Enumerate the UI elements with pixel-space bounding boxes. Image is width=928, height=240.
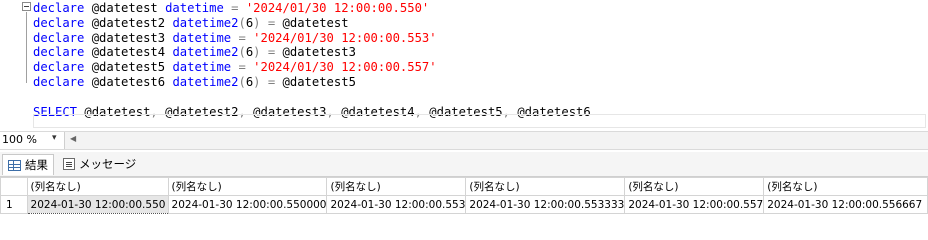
current-line-highlight [33, 114, 926, 128]
code-line[interactable]: declare @datetest3 datetime = '2024/01/3… [33, 31, 591, 46]
zoom-value: 100 % [2, 133, 37, 146]
keyword-token: declare [33, 30, 85, 45]
query-editor[interactable]: declare @datetest datetime = '2024/01/30… [0, 0, 928, 130]
table-cell[interactable]: 2024-01-30 12:00:00.556667 [763, 195, 928, 214]
table-cell[interactable]: 2024-01-30 12:00:00.550000 [167, 195, 328, 214]
zoom-bar: 100 % ▾ ◀ [0, 131, 928, 150]
operator-token: ) [253, 45, 261, 60]
code-line[interactable]: declare @datetest5 datetime = '2024/01/3… [33, 60, 591, 75]
operator-token: ) [253, 74, 261, 89]
table-cell[interactable]: 2024-01-30 12:00:00.557 [624, 195, 765, 214]
keyword-token: declare [33, 1, 85, 15]
keyword-token: datetime2 [172, 74, 239, 89]
keyword-token: datetime [172, 30, 232, 45]
keyword-token: datetime [165, 1, 224, 15]
code-line[interactable]: declare @datetest4 datetime2(6) = @datet… [33, 45, 591, 60]
string-token: '2024/01/30 12:00:00.557' [253, 60, 437, 75]
column-header[interactable]: (列名なし) [465, 177, 626, 196]
column-header[interactable]: (列名なし) [26, 177, 169, 196]
chevron-down-icon[interactable]: ▾ [52, 133, 57, 143]
results-grid[interactable]: (列名なし) (列名なし) (列名なし) (列名なし) (列名なし) (列名なし… [0, 177, 928, 220]
keyword-token: datetime2 [172, 15, 239, 30]
keyword-token: declare [33, 74, 85, 89]
operator-token: = [223, 1, 246, 15]
identifier-token: @datetest4 [84, 45, 173, 60]
table-row: 1 2024-01-30 12:00:00.550 2024-01-30 12:… [0, 195, 928, 214]
row-number[interactable]: 1 [0, 195, 28, 214]
tab-messages[interactable]: メッセージ [58, 154, 141, 174]
keyword-token: declare [33, 15, 85, 30]
keyword-token: datetime2 [172, 45, 239, 60]
identifier-token: @datetest5 [84, 60, 173, 75]
keyword-token: declare [33, 60, 85, 75]
operator-token: = [231, 30, 254, 45]
fold-guide-line [26, 12, 27, 83]
operator-token: ( [238, 15, 246, 30]
operator-token: = [260, 15, 283, 30]
identifier-token: @datetest2 [84, 15, 173, 30]
operator-token: = [260, 45, 283, 60]
row-number-header[interactable] [0, 177, 28, 196]
column-header[interactable]: (列名なし) [624, 177, 765, 196]
header-row: (列名なし) (列名なし) (列名なし) (列名なし) (列名なし) (列名なし… [0, 177, 928, 196]
message-icon [63, 158, 75, 170]
identifier-token: @datetest6 [84, 74, 173, 89]
zoom-select[interactable]: 100 % ▾ [0, 132, 65, 149]
tab-messages-label: メッセージ [79, 157, 137, 171]
column-header[interactable]: (列名なし) [326, 177, 467, 196]
keyword-token: datetime [172, 60, 232, 75]
operator-token: ) [253, 15, 261, 30]
operator-token: ( [238, 74, 246, 89]
identifier-token: @datetest [282, 15, 349, 30]
identifier-token: @datetest5 [282, 74, 356, 89]
code-line[interactable]: declare @datetest datetime = '2024/01/30… [33, 1, 591, 16]
keyword-token: declare [33, 45, 85, 60]
grid-icon [8, 159, 21, 171]
column-header[interactable]: (列名なし) [167, 177, 328, 196]
identifier-token: @datetest3 [282, 45, 356, 60]
scroll-left-arrow-icon[interactable]: ◀ [70, 134, 76, 143]
column-header[interactable]: (列名なし) [763, 177, 928, 196]
code-line[interactable]: declare @datetest2 datetime2(6) = @datet… [33, 16, 591, 31]
code-text[interactable]: declare @datetest datetime = '2024/01/30… [33, 1, 591, 119]
operator-token: = [231, 60, 254, 75]
operator-token: = [260, 74, 283, 89]
code-line[interactable] [33, 90, 591, 105]
table-cell[interactable]: 2024-01-30 12:00:00.553333 [465, 195, 626, 214]
identifier-token: @datetest [84, 1, 166, 15]
string-token: '2024/01/30 12:00:00.553' [253, 30, 437, 45]
table-cell[interactable]: 2024-01-30 12:00:00.553 [326, 195, 467, 214]
results-tab-bar: 結果 メッセージ [0, 152, 928, 177]
tab-results-label: 結果 [25, 158, 48, 172]
editor-gutter [0, 0, 20, 130]
collapse-toggle-icon[interactable] [22, 2, 31, 11]
identifier-token: @datetest3 [84, 30, 173, 45]
operator-token: ( [238, 45, 246, 60]
code-line[interactable]: declare @datetest6 datetime2(6) = @datet… [33, 75, 591, 90]
table-cell-selected[interactable]: 2024-01-30 12:00:00.550 [26, 195, 169, 214]
string-token: '2024/01/30 12:00:00.550' [245, 1, 430, 15]
tab-results[interactable]: 結果 [2, 154, 54, 175]
